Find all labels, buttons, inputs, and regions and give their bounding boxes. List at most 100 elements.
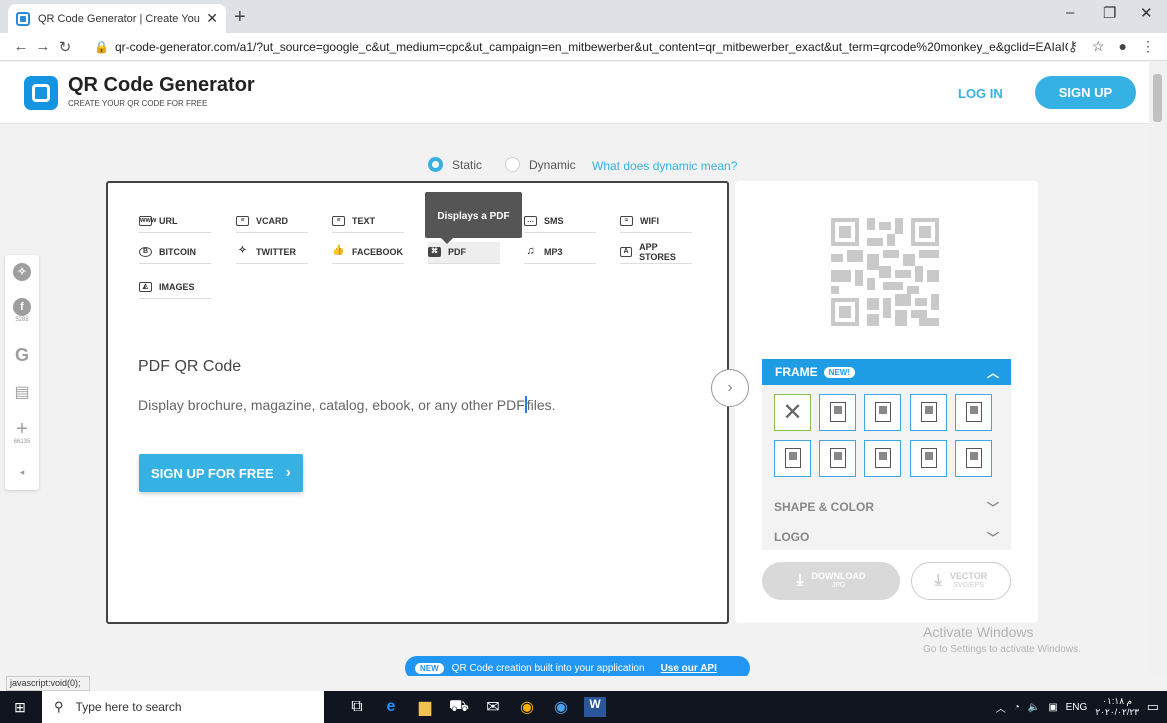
site-header: QR Code Generator CREATE YOUR QR CODE FO… bbox=[0, 62, 1149, 124]
static-radio[interactable] bbox=[428, 157, 443, 172]
type-app-stores[interactable]: A APP STORES bbox=[620, 242, 692, 264]
type-label: IMAGES bbox=[159, 281, 195, 292]
signup-button[interactable]: SIGN UP bbox=[1035, 76, 1136, 109]
qr-favicon-icon bbox=[16, 11, 30, 26]
forward-icon[interactable]: → bbox=[32, 38, 54, 55]
type-twitter[interactable]: ✧ TWITTER bbox=[236, 242, 308, 264]
frame-option-5[interactable] bbox=[774, 440, 811, 477]
shape-color-section[interactable]: SHAPE & COLOR ﹀ bbox=[762, 494, 1011, 520]
frame-option-9[interactable] bbox=[955, 440, 992, 477]
dynamic-radio[interactable] bbox=[505, 157, 520, 172]
status-bar: javascript:void(0); bbox=[6, 676, 90, 691]
store-icon[interactable]: ⛟ bbox=[442, 697, 476, 717]
type-pdf[interactable]: ⌘ PDF bbox=[428, 242, 500, 264]
new-tab-icon[interactable]: + bbox=[234, 6, 246, 29]
frame-option-8[interactable] bbox=[910, 440, 947, 477]
download-format: JPG bbox=[831, 582, 846, 590]
star-icon[interactable]: ☆ bbox=[1092, 38, 1105, 55]
type-wifi[interactable]: ≈ WIFI bbox=[620, 211, 692, 233]
clock-date: ۲۰۲۰/۰۲/۲۳ bbox=[1095, 707, 1139, 717]
logo-section[interactable]: LOGO ﹀ bbox=[762, 524, 1011, 550]
mail-icon[interactable]: ✉ bbox=[476, 697, 510, 717]
close-tab-icon[interactable]: ✕ bbox=[206, 10, 218, 27]
type-mp3[interactable]: ♫ MP3 bbox=[524, 242, 596, 264]
login-link[interactable]: LOG IN bbox=[958, 86, 1003, 101]
next-step-button[interactable]: › bbox=[711, 369, 749, 407]
static-label: Static bbox=[452, 157, 483, 172]
type-bitcoin[interactable]: B BITCOIN bbox=[139, 242, 211, 264]
clock[interactable]: ۰۱:۱۸ م ۲۰۲۰/۰۲/۲۳ bbox=[1095, 696, 1139, 718]
static-option[interactable]: Static bbox=[428, 157, 482, 172]
api-link[interactable]: Use our API bbox=[661, 663, 717, 674]
task-view-icon[interactable]: ⧉ bbox=[340, 698, 374, 716]
vector-button[interactable]: ⤓ VECTOR SVG/EPS bbox=[911, 562, 1011, 600]
windows-start-icon[interactable]: ⊞ bbox=[6, 699, 34, 716]
share-twitter[interactable]: ✧ bbox=[5, 263, 39, 281]
collapse-share[interactable]: ◂ bbox=[5, 467, 39, 478]
back-icon[interactable]: ← bbox=[10, 38, 32, 55]
lock-icon: 🔒 bbox=[94, 39, 109, 54]
what-dynamic-link[interactable]: What does dynamic mean? bbox=[592, 159, 737, 173]
language-icon[interactable]: ▣ bbox=[1048, 702, 1057, 713]
word-icon[interactable]: W bbox=[584, 697, 606, 717]
share-google[interactable]: G bbox=[5, 345, 39, 366]
show-hidden-icon[interactable]: ︿ bbox=[996, 700, 1006, 715]
share-facebook[interactable]: f 5288 bbox=[5, 298, 39, 323]
chrome-alt-icon[interactable]: ◉ bbox=[544, 697, 578, 717]
clock-time: ۰۱:۱۸ م bbox=[1102, 696, 1133, 707]
type-text[interactable]: ≡ TEXT bbox=[332, 211, 404, 233]
dynamic-option[interactable]: Dynamic bbox=[505, 157, 576, 172]
share-more[interactable]: +66135 bbox=[5, 419, 39, 445]
download-icon: ⤓ bbox=[796, 572, 804, 590]
url-field[interactable]: 🔒 qr-code-generator.com/a1/?ut_source=goo… bbox=[94, 40, 1068, 54]
mp3-icon: ♫ bbox=[526, 244, 535, 257]
type-vcard[interactable]: ≡ VCARD bbox=[236, 211, 308, 233]
page-scrollbar[interactable] bbox=[1149, 62, 1167, 676]
frame-option-4[interactable] bbox=[955, 394, 992, 431]
minimize-icon[interactable]: – bbox=[1066, 4, 1074, 21]
content-title: PDF QR Code bbox=[138, 358, 242, 375]
notifications-icon[interactable]: ▭ bbox=[1147, 699, 1159, 715]
profile-icon[interactable]: ● bbox=[1119, 38, 1127, 55]
close-window-icon[interactable]: ✕ bbox=[1140, 4, 1153, 22]
brand-name[interactable]: QR Code Generator bbox=[68, 74, 255, 97]
file-explorer-icon[interactable]: ▆ bbox=[408, 697, 442, 717]
restore-icon[interactable]: ❐ bbox=[1103, 4, 1116, 22]
download-button[interactable]: ⤓ DOWNLOAD JPG bbox=[762, 562, 900, 600]
brand-tagline: CREATE YOUR QR CODE FOR FREE bbox=[68, 99, 208, 108]
chrome-icon[interactable]: ◉ bbox=[510, 697, 544, 717]
download-label: DOWNLOAD bbox=[811, 571, 866, 582]
pdf-tooltip: Displays a PDF bbox=[425, 192, 522, 244]
scrollbar-thumb[interactable] bbox=[1153, 74, 1162, 122]
edge-icon[interactable]: e bbox=[374, 698, 408, 716]
frame-option-2[interactable] bbox=[864, 394, 901, 431]
type-images[interactable]: ◭ IMAGES bbox=[139, 277, 211, 299]
language-indicator[interactable]: ENG bbox=[1066, 702, 1088, 713]
shape-color-label: SHAPE & COLOR bbox=[774, 500, 875, 514]
dynamic-label: Dynamic bbox=[529, 157, 576, 172]
api-new-badge: NEW bbox=[415, 662, 444, 674]
key-icon[interactable]: ⚷ bbox=[1068, 38, 1078, 55]
browser-tab[interactable]: QR Code Generator | Create Your ✕ bbox=[8, 4, 226, 33]
frame-option-7[interactable] bbox=[864, 440, 901, 477]
print-button[interactable]: ▤ bbox=[5, 382, 39, 402]
reload-icon[interactable]: ↻ bbox=[54, 38, 76, 56]
frame-option-1[interactable] bbox=[819, 394, 856, 431]
type-facebook[interactable]: 👍 FACEBOOK bbox=[332, 242, 404, 264]
logo-icon[interactable] bbox=[24, 76, 58, 110]
volume-icon[interactable]: 🔈 bbox=[1028, 702, 1040, 713]
frame-none-option[interactable]: ✕ bbox=[774, 394, 811, 431]
network-icon[interactable]: ◔ bbox=[1014, 702, 1020, 713]
type-sms[interactable]: … SMS bbox=[524, 211, 596, 233]
type-label: SMS bbox=[544, 215, 564, 226]
frame-section-header[interactable]: FRAME NEW! ︿ bbox=[762, 359, 1011, 385]
frame-option-6[interactable] bbox=[819, 440, 856, 477]
signup-free-button[interactable]: SIGN UP FOR FREE › bbox=[139, 454, 303, 492]
frame-option-3[interactable] bbox=[910, 394, 947, 431]
api-banner[interactable]: NEW QR Code creation built into your app… bbox=[405, 656, 750, 676]
signup-free-label: SIGN UP FOR FREE bbox=[151, 465, 274, 481]
type-url[interactable]: www URL bbox=[139, 211, 211, 233]
taskbar-search[interactable]: ⚲ Type here to search bbox=[42, 691, 324, 723]
page: QR Code Generator CREATE YOUR QR CODE FO… bbox=[0, 62, 1149, 676]
menu-icon[interactable]: ⋮ bbox=[1141, 38, 1155, 55]
